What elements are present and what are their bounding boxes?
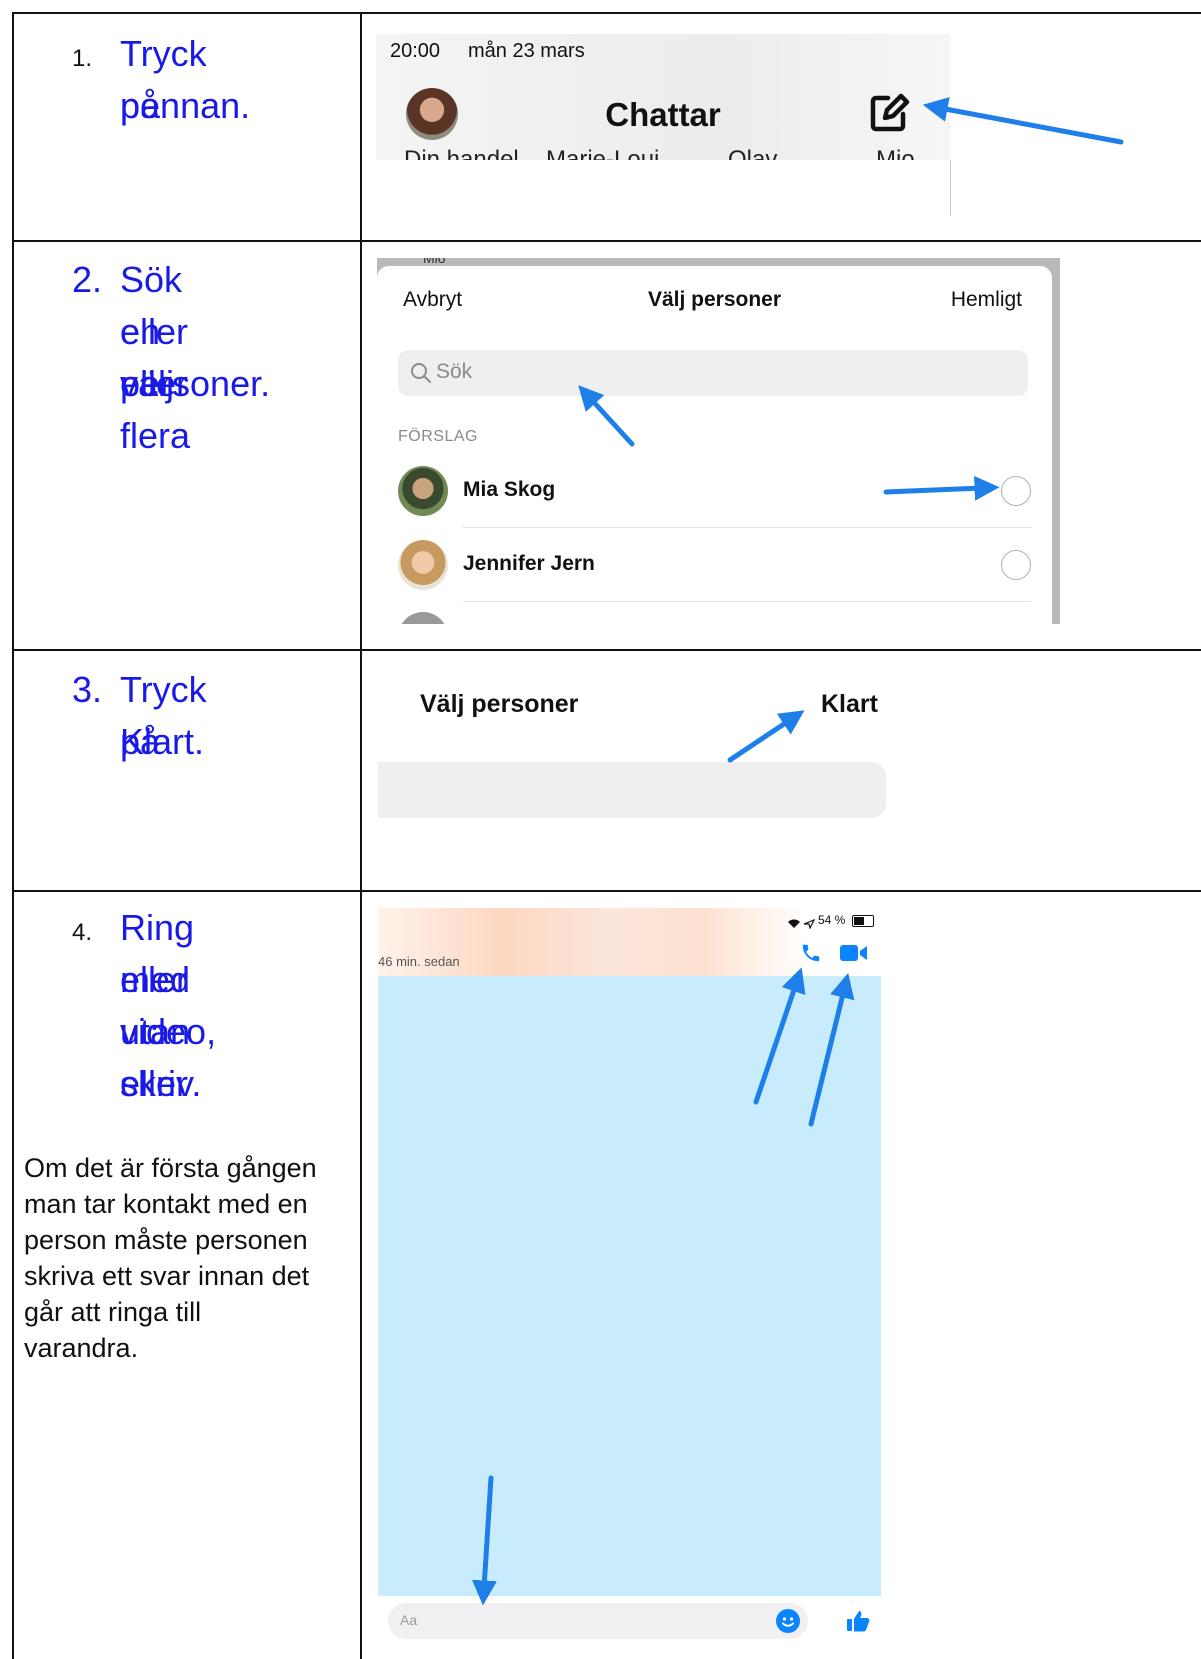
contact-name: Jennifer Jern — [463, 552, 595, 575]
emoji-icon[interactable] — [776, 1609, 800, 1633]
wifi-icon — [787, 916, 801, 928]
step-1-instruction: 1. Tryck på pennan. — [72, 28, 250, 126]
note-line: skriva ett svar innan det — [24, 1261, 310, 1291]
input-placeholder: Aa — [400, 1612, 418, 1628]
status-date: mån 23 mars — [468, 40, 585, 62]
step-line: pennan. — [120, 85, 251, 126]
chat-area — [378, 976, 881, 1596]
status-time: 20:00 — [390, 40, 441, 62]
note-line: man tar kontakt med en — [24, 1189, 308, 1219]
divider — [463, 527, 1031, 528]
search-icon — [411, 363, 431, 383]
cut-chat-label: Olav — [728, 146, 778, 160]
divider — [950, 160, 951, 216]
video-camera-icon[interactable] — [840, 944, 868, 962]
step-4-instruction: 4. Ring med eller utan video, eller skri… — [72, 902, 216, 1104]
page-title: Chattar — [605, 96, 721, 133]
modal-title: Välj personer — [420, 690, 579, 718]
step-line: Klart. — [120, 721, 205, 762]
avatar — [398, 466, 448, 516]
select-radio[interactable] — [1001, 550, 1031, 580]
table-left-border — [12, 12, 14, 1659]
table-row-border-1 — [12, 12, 1201, 14]
note-line: går att ringa till — [24, 1297, 202, 1327]
step-number: 4. — [72, 919, 93, 946]
section-header: FÖRSLAG — [398, 428, 478, 445]
list-item[interactable]: Jennifer Jern — [377, 530, 1052, 602]
compose-icon[interactable] — [868, 92, 910, 134]
avatar — [398, 540, 448, 590]
step-line: skriv. — [120, 1063, 202, 1104]
screenshot-done: Välj personer Klart — [378, 660, 913, 840]
note-line: person måste personen — [24, 1225, 308, 1255]
search-input[interactable] — [378, 762, 886, 818]
screenshot-chats-header: 20:00 mån 23 mars Chattar Din handel... … — [376, 34, 950, 160]
note-line: varandra. — [24, 1333, 139, 1363]
modal-sheet: Avbryt Välj personer Hemligt Sök FÖRSLAG… — [377, 266, 1052, 624]
cut-chat-label: Din handel... — [404, 146, 539, 160]
screenshot-choose-people: Mio Avbryt Välj personer Hemligt Sök FÖR… — [377, 258, 1060, 624]
thumbs-up-icon[interactable] — [845, 1608, 871, 1634]
cut-chat-label: Mio — [423, 258, 446, 266]
location-icon — [803, 916, 816, 930]
step-line: personer. — [120, 363, 271, 404]
conversation-header: 54 % 46 min. sedan — [378, 908, 881, 976]
list-item[interactable]: Mia Skog — [377, 456, 1052, 528]
table-row-border-4 — [12, 890, 1201, 892]
search-placeholder: Sök — [436, 360, 473, 383]
last-seen: 46 min. sedan — [378, 954, 460, 969]
step-number: 1. — [72, 45, 93, 72]
done-button[interactable]: Klart — [821, 690, 878, 719]
battery-percentage: 54 % — [818, 913, 846, 927]
select-radio[interactable] — [1001, 476, 1031, 506]
message-input[interactable]: Aa — [388, 1603, 808, 1639]
table-row-border-3 — [12, 649, 1201, 651]
phone-icon[interactable] — [800, 942, 822, 964]
table-column-divider — [360, 12, 362, 1659]
table-row-border-2 — [12, 240, 1201, 242]
step-2-instruction: 2. Sök eller välj en eller flera persone… — [72, 254, 270, 456]
cut-chat-label: Marie-Loui... — [546, 146, 680, 160]
search-input[interactable]: Sök — [398, 350, 1028, 396]
contact-name: Mia Skog — [463, 478, 556, 501]
note-line: Om det är första gången — [24, 1153, 317, 1183]
arrow-to-compose-icon — [922, 97, 1124, 145]
cut-chat-label: Mio — [876, 146, 915, 160]
avatar — [398, 612, 448, 624]
first-contact-note: Om det är första gången man tar kontakt … — [24, 1150, 354, 1366]
screenshot-conversation: 54 % 46 min. sedan Aa — [378, 908, 881, 1650]
divider — [463, 601, 1031, 602]
secret-button[interactable]: Hemligt — [951, 288, 1022, 312]
step-number: 2. — [72, 259, 103, 300]
step-number: 3. — [72, 669, 103, 710]
battery-icon — [852, 915, 874, 927]
step-3-instruction: 3. Tryck på Klart. — [72, 664, 207, 762]
